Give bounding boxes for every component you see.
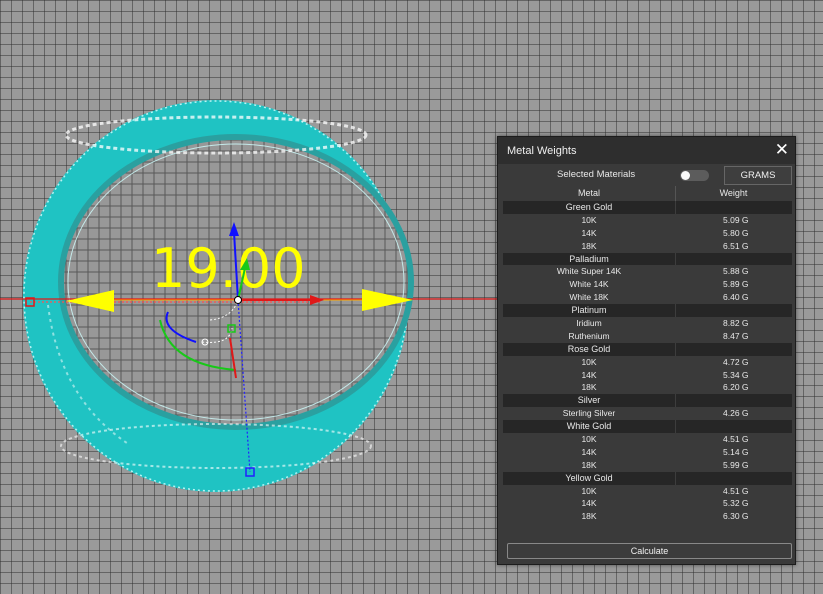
metal-name: 14K	[581, 498, 597, 509]
group-row: Rose Gold	[503, 342, 792, 356]
metal-name: White 14K	[569, 279, 609, 290]
metal-name: 14K	[581, 446, 597, 457]
group-name: Platinum	[571, 305, 607, 316]
unit-button[interactable]: GRAMS	[724, 166, 792, 185]
table-row: 14K 5.14 G	[503, 446, 792, 459]
metal-weight: 8.82 G	[723, 318, 749, 329]
group-row: Platinum	[503, 304, 792, 318]
metal-name: 10K	[581, 485, 597, 496]
table-row: White Super 14K 5.88 G	[503, 265, 792, 278]
metal-weight: 4.51 G	[723, 485, 749, 496]
table-row: White 18K 6.40 G	[503, 291, 792, 304]
metal-weight: 5.80 G	[723, 227, 749, 238]
table-row: 10K 5.09 G	[503, 214, 792, 227]
metal-weight: 4.26 G	[723, 408, 749, 419]
metal-weight: 5.32 G	[723, 498, 749, 509]
metal-weight: 5.14 G	[723, 446, 749, 457]
table-row: Ruthenium 8.47 G	[503, 330, 792, 343]
selected-materials-label: Selected Materials	[557, 169, 636, 180]
table-row: 14K 5.80 G	[503, 227, 792, 240]
metal-name: White Super 14K	[556, 266, 622, 277]
table-row: 14K 5.32 G	[503, 497, 792, 510]
metal-weight: 4.51 G	[723, 434, 749, 445]
group-name: Green Gold	[565, 202, 613, 212]
panel-title: Metal Weights	[507, 145, 577, 157]
table-row: 18K 6.30 G	[503, 510, 792, 523]
table-row: 10K 4.51 G	[503, 433, 792, 446]
metal-name: Ruthenium	[568, 330, 610, 341]
dimension-label: 19.00	[151, 237, 306, 300]
metal-name: 18K	[581, 511, 597, 522]
metal-name: White 18K	[569, 292, 609, 303]
metal-weight: 6.40 G	[723, 292, 749, 303]
metal-weight: 5.89 G	[723, 279, 749, 290]
metal-name: Sterling Silver	[562, 408, 616, 419]
table-row: Sterling Silver 4.26 G	[503, 407, 792, 420]
metal-weight: 6.30 G	[723, 511, 749, 522]
group-name: White Gold	[566, 421, 612, 432]
close-icon[interactable]: ✕	[775, 139, 789, 161]
group-row: Yellow Gold	[503, 471, 792, 485]
group-row: Palladium	[503, 252, 792, 266]
metal-weight: 6.51 G	[723, 240, 749, 251]
selected-materials-toggle[interactable]	[680, 170, 709, 181]
metal-name: 18K	[581, 459, 597, 470]
metal-name: 14K	[581, 227, 597, 238]
metal-weight: 4.72 G	[723, 356, 749, 367]
table-row: 18K 5.99 G	[503, 459, 792, 472]
group-name: Silver	[577, 395, 601, 406]
table-row: 18K 6.51 G	[503, 240, 792, 253]
group-name: Rose Gold	[567, 343, 611, 354]
metal-name: 18K	[581, 240, 597, 251]
metal-weight: 5.99 G	[723, 459, 749, 470]
table-header: Metal Weight	[503, 186, 792, 202]
metal-weight: 5.09 G	[723, 214, 749, 225]
toggle-knob	[681, 171, 690, 180]
table-row: 18K 6.20 G	[503, 381, 792, 394]
panel-titlebar[interactable]: Metal Weights ✕	[498, 137, 795, 164]
table-row: 14K 5.34 G	[503, 369, 792, 382]
metal-name: 10K	[581, 434, 597, 445]
metal-weight: 5.34 G	[723, 369, 749, 380]
metal-weights-panel: Metal Weights ✕ Selected Materials GRAMS…	[497, 136, 796, 565]
table-row: 10K 4.72 G	[503, 356, 792, 369]
metal-name: Iridium	[576, 318, 602, 329]
metal-name: 14K	[581, 369, 597, 380]
table-row: Iridium 8.82 G	[503, 317, 792, 330]
table-row: 10K 4.51 G	[503, 485, 792, 498]
metal-name: 18K	[581, 382, 597, 393]
calculate-button[interactable]: Calculate	[507, 543, 792, 559]
metal-weight: 6.20 G	[723, 382, 749, 393]
group-row: Green Gold	[503, 201, 792, 214]
weights-table: Green Gold 10K 5.09 G 14K 5.80 G 18K 6.51 G Pal…	[503, 201, 792, 523]
group-name: Yellow Gold	[565, 472, 613, 483]
group-name: Palladium	[569, 253, 609, 264]
group-row: White Gold	[503, 420, 792, 434]
metal-column-header: Metal	[577, 188, 600, 198]
metal-name: 10K	[581, 356, 597, 367]
table-row: White 14K 5.89 G	[503, 278, 792, 291]
metal-name: 10K	[581, 214, 597, 225]
weight-column-header: Weight	[719, 188, 748, 198]
metal-weight: 8.47 G	[723, 330, 749, 341]
group-row: Silver	[503, 394, 792, 408]
metal-weight: 5.88 G	[723, 266, 749, 277]
